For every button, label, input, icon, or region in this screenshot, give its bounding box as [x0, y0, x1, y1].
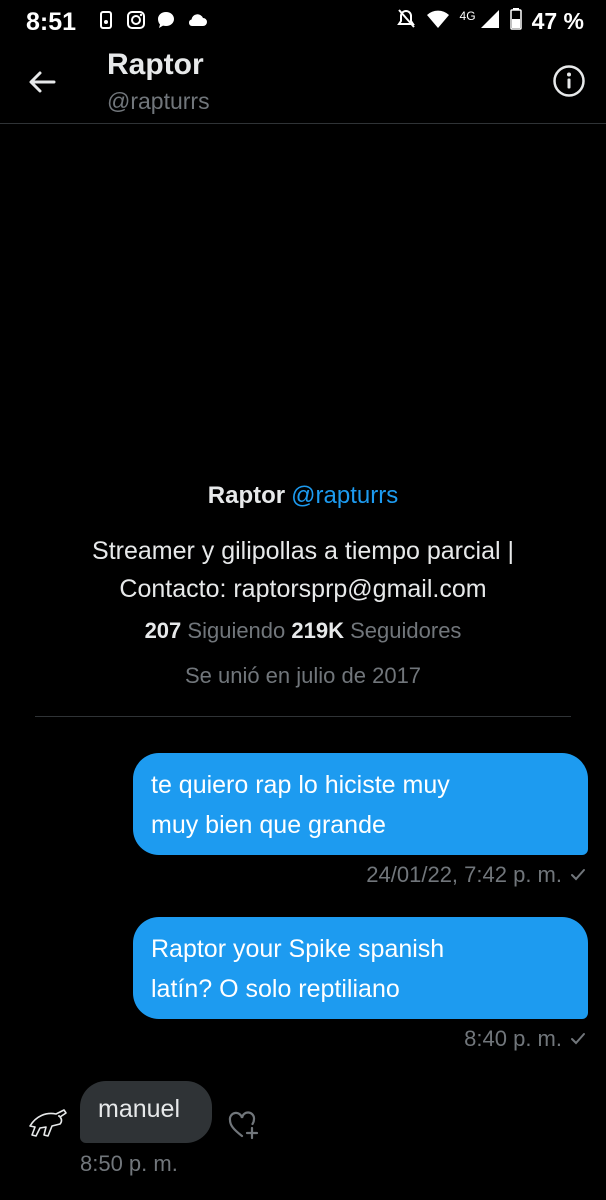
bio-line-1: Streamer y gilipollas a tiempo parcial | — [92, 537, 514, 565]
profile-name-row[interactable]: Raptor @rapturrs — [0, 482, 606, 510]
profile-handle: @rapturrs — [291, 482, 399, 509]
conversation-handle: @rapturrs — [107, 88, 210, 114]
info-icon — [552, 64, 586, 103]
message-meta: 24/01/22, 7:42 p. m. — [366, 862, 586, 888]
cloud-icon — [186, 10, 208, 35]
message-text: manuel — [98, 1095, 180, 1123]
battery-icon — [509, 8, 522, 35]
instagram-icon — [126, 10, 146, 35]
bio-line-2: Contacto: raptorsprp@gmail.com — [119, 575, 487, 603]
message-meta: 8:40 p. m. — [464, 1026, 586, 1052]
joined-date: Se unió en julio de 2017 — [184, 663, 422, 688]
phone-sync-icon — [96, 10, 116, 35]
message-line: latín? O solo reptiliano — [151, 975, 400, 1003]
back-button[interactable] — [20, 62, 64, 106]
message-line: muy bien que grande — [151, 811, 386, 839]
conversation-title: Raptor — [107, 48, 204, 81]
message-timestamp: 8:40 p. m. — [464, 1026, 562, 1051]
check-icon — [570, 862, 586, 888]
profile-divider — [35, 716, 571, 717]
status-time: 8:51 — [26, 8, 77, 36]
add-reaction-button[interactable] — [226, 1110, 262, 1144]
followers-count: 219K — [291, 618, 344, 643]
wifi-icon — [426, 9, 450, 34]
raptor-avatar-icon — [29, 1109, 67, 1137]
message-line: te quiero rap lo hiciste muy — [151, 771, 450, 799]
following-count: 207 — [144, 618, 182, 643]
add-reaction-heart-icon — [227, 1109, 261, 1146]
profile-bio: Streamer y gilipollas a tiempo parcial |… — [0, 532, 606, 608]
message-line: Raptor your Spike spanish — [151, 935, 445, 963]
following-label: Siguiendo — [187, 618, 286, 643]
chat-bubble-icon — [156, 10, 176, 35]
followers-label: Seguidores — [350, 618, 462, 643]
battery-percent: 47 % — [531, 8, 584, 34]
message-timestamp: 8:50 p. m. — [80, 1151, 178, 1176]
status-right-icons: 4G 47 % — [396, 8, 584, 35]
network-type: 4G — [459, 8, 476, 23]
message-timestamp: 24/01/22, 7:42 p. m. — [366, 862, 562, 887]
check-icon — [570, 1026, 586, 1052]
sender-avatar[interactable] — [18, 1092, 76, 1150]
incoming-message[interactable]: manuel — [80, 1081, 212, 1143]
info-button[interactable] — [550, 64, 588, 102]
profile-name: Raptor — [207, 482, 286, 509]
status-left-icons — [96, 10, 208, 35]
signal-icon — [480, 9, 500, 34]
outgoing-message[interactable]: te quiero rap lo hiciste muy muy bien qu… — [133, 753, 588, 855]
outgoing-message[interactable]: Raptor your Spike spanish latín? O solo … — [133, 917, 588, 1019]
mute-icon — [396, 8, 416, 35]
arrow-left-icon — [28, 70, 56, 99]
profile-stats: 207 Siguiendo 219K Seguidores — [0, 618, 606, 644]
header-divider — [0, 123, 606, 124]
